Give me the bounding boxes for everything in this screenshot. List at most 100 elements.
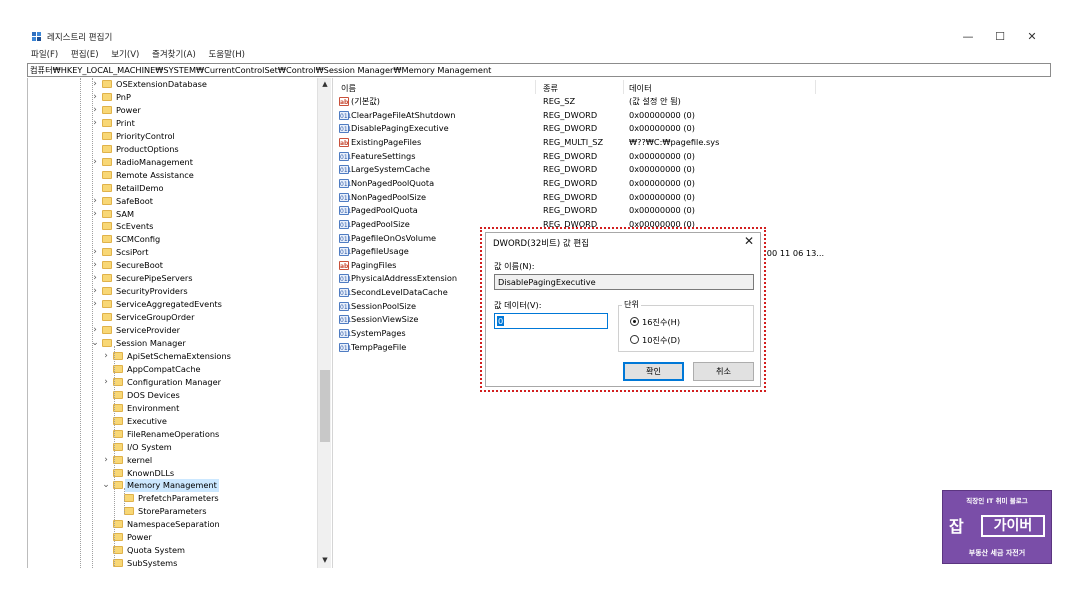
chevron-right-icon[interactable]: › (90, 78, 100, 91)
value-name: SessionPoolSize (351, 300, 416, 311)
menu-edit[interactable]: 편집(E) (71, 48, 99, 63)
chevron-down-icon[interactable]: ⌄ (90, 337, 100, 350)
dword-edit-dialog: DWORD(32비트) 값 편집 ✕ 값 이름(N): DisablePagin… (485, 232, 761, 387)
value-name: ExistingPageFiles (351, 136, 422, 147)
tree-item-label: PriorityControl (116, 130, 175, 141)
value-type: REG_DWORD (543, 164, 598, 175)
folder-icon (102, 248, 112, 257)
scroll-up-arrow[interactable]: ▲ (318, 80, 332, 88)
binary-value-icon: 011 (339, 192, 352, 202)
chevron-right-icon[interactable]: › (90, 324, 100, 337)
column-header-type[interactable]: 종류 (543, 82, 558, 94)
chevron-right-icon[interactable]: › (90, 285, 100, 298)
registry-value-row[interactable]: ab (기본값) REG_SZ (값 설정 안 됨) (335, 95, 1051, 109)
scroll-down-arrow[interactable]: ▼ (318, 556, 332, 564)
chevron-right-icon[interactable]: › (90, 117, 100, 130)
tree-item-label: Power (116, 104, 141, 115)
chevron-right-icon[interactable]: › (90, 208, 100, 221)
chevron-right-icon[interactable]: › (90, 104, 100, 117)
value-name: SystemPages (351, 328, 406, 339)
folder-icon (102, 183, 112, 192)
column-header-name[interactable]: 이름 (341, 82, 356, 94)
binary-value-icon: 011 (339, 301, 352, 311)
dialog-title: DWORD(32비트) 값 편집 (493, 239, 590, 249)
registry-value-row[interactable]: 011 LargeSystemCache REG_DWORD 0x00000000 (… (335, 163, 1051, 177)
tree-item-label: Print (116, 117, 135, 128)
close-button[interactable]: ✕ (1017, 29, 1047, 45)
binary-value-icon: 011 (339, 124, 352, 134)
tree-item-label: Executive (127, 415, 167, 426)
registry-value-row[interactable]: ab ExistingPageFiles REG_MULTI_SZ ₩??₩C:₩pa… (335, 136, 1051, 150)
registry-value-row[interactable]: 011 DisablePagingExecutive REG_DWORD 0x0000… (335, 122, 1051, 136)
chevron-right-icon[interactable]: › (90, 91, 100, 104)
tree-item-label: kernel (127, 454, 153, 465)
folder-icon (124, 494, 134, 503)
tree-item-label: Remote Assistance (116, 169, 194, 180)
chevron-right-icon[interactable]: › (90, 272, 100, 285)
registry-value-row[interactable]: 011 ClearPageFileAtShutdown REG_DWORD 0x000… (335, 109, 1051, 123)
binary-value-icon: 011 (339, 247, 352, 257)
binary-value-icon: 011 (339, 165, 352, 175)
chevron-right-icon[interactable]: › (101, 350, 111, 363)
tree-item-label: AppCompatCache (127, 363, 201, 374)
folder-icon (102, 144, 112, 153)
column-header-data[interactable]: 데이터 (629, 82, 652, 94)
menu-bar: 파일(F) 편집(E) 보기(V) 즐겨찾기(A) 도움말(H) (27, 48, 1051, 63)
chevron-right-icon[interactable]: › (90, 195, 100, 208)
chevron-right-icon[interactable]: › (101, 454, 111, 467)
value-data: 0x00000000 (0) (629, 191, 695, 202)
column-divider[interactable] (623, 80, 624, 94)
column-divider[interactable] (535, 80, 536, 94)
binary-value-icon: 011 (339, 110, 352, 120)
menu-file[interactable]: 파일(F) (31, 48, 58, 63)
minimize-button[interactable]: — (953, 29, 983, 45)
registry-value-row[interactable]: 011 FeatureSettings REG_DWORD 0x00000000 (0… (335, 150, 1051, 164)
tree-scrollbar[interactable]: ▲ ▼ (317, 78, 331, 568)
folder-icon (102, 274, 112, 283)
registry-value-row[interactable]: 011 NonPagedPoolQuota REG_DWORD 0x00000000 … (335, 177, 1051, 191)
value-name: (기본값) (351, 96, 380, 106)
value-name: NonPagedPoolQuota (351, 177, 435, 188)
dialog-close-icon[interactable]: ✕ (744, 234, 754, 248)
value-data-input[interactable]: 0 (494, 313, 608, 329)
tree-item-label: RetailDemo (116, 182, 164, 193)
value-data-cell: 0 00 11 06 13... (759, 248, 825, 258)
maximize-button[interactable]: ☐ (985, 29, 1015, 45)
string-value-icon: ab (339, 260, 349, 270)
value-data: 0x00000000 (0) (629, 177, 695, 188)
value-data-text: 0 (497, 316, 505, 326)
hex-radio[interactable]: 16진수(H) (630, 316, 680, 328)
menu-help[interactable]: 도움말(H) (208, 48, 244, 63)
tree-guide-line (114, 345, 115, 567)
tree-item-label: Configuration Manager (127, 376, 222, 387)
registry-value-row[interactable]: 011 PagedPoolQuota REG_DWORD 0x00000000 (0) (335, 204, 1051, 218)
chevron-down-icon[interactable]: ⌄ (101, 479, 111, 492)
chevron-right-icon[interactable]: › (101, 376, 111, 389)
cancel-button[interactable]: 취소 (693, 362, 754, 381)
binary-value-icon: 011 (339, 342, 352, 352)
folder-icon (102, 131, 112, 140)
registry-value-row[interactable]: 011 NonPagedPoolSize REG_DWORD 0x00000000 (… (335, 191, 1051, 205)
tree-item-label: SubSystems (127, 558, 178, 568)
decimal-radio[interactable]: 10진수(D) (630, 334, 680, 346)
tree-item-label: SafeBoot (116, 195, 153, 206)
chevron-right-icon[interactable]: › (90, 156, 100, 169)
chevron-right-icon[interactable]: › (90, 259, 100, 272)
tree-item-label: I/O System (127, 441, 172, 452)
ok-button[interactable]: 확인 (623, 362, 684, 381)
value-type: REG_DWORD (543, 177, 598, 188)
value-data: ₩??₩C:₩pagefile.sys (629, 136, 720, 147)
value-name: SessionViewSize (351, 314, 419, 325)
column-divider[interactable] (815, 80, 816, 94)
tree-item-label: ApiSetSchemaExtensions (127, 350, 231, 361)
value-name: PagingFiles (351, 259, 397, 270)
chevron-right-icon[interactable]: › (90, 246, 100, 259)
address-bar[interactable]: 컴퓨터₩HKEY_LOCAL_MACHINE₩SYSTEM₩CurrentCon… (27, 63, 1051, 77)
menu-view[interactable]: 보기(V) (111, 48, 139, 63)
decimal-radio-label: 10진수(D) (642, 335, 681, 345)
menu-favorites[interactable]: 즐겨찾기(A) (152, 48, 196, 63)
chevron-right-icon[interactable]: › (90, 298, 100, 311)
scroll-thumb[interactable] (320, 370, 330, 442)
binary-value-icon: 011 (339, 329, 352, 339)
value-data: 0x00000000 (0) (629, 164, 695, 175)
